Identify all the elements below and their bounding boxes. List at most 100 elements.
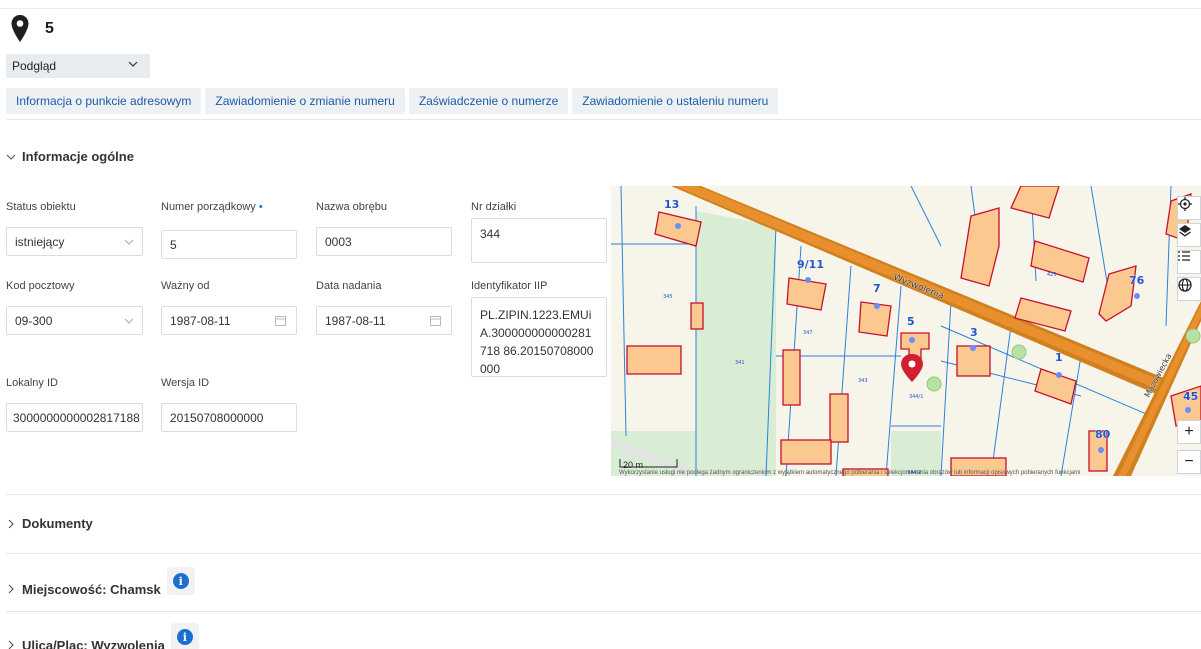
postal-select[interactable]: 09-300 <box>6 306 143 335</box>
plot-field: Nr działki 344 <box>471 201 607 263</box>
cadastral-map[interactable]: 13 9/11 7 5 3 1 76 45 80 347 343 344/1 3… <box>611 186 1201 476</box>
number-certificate-button[interactable]: Zaświadczenie o numerze <box>408 88 569 114</box>
status-label: Status obiektu <box>6 201 76 213</box>
zoom-in-button[interactable]: + <box>1177 420 1201 444</box>
view-mode-value: Podgląd <box>12 59 57 73</box>
valid-from-input[interactable]: 1987-08-11 <box>161 306 297 335</box>
required-mark: • <box>258 201 263 213</box>
postal-label: Kod pocztowy <box>6 280 75 292</box>
parcel-label: 344/1 <box>909 394 923 400</box>
iip-label: Identyfikator IIP <box>471 280 548 292</box>
plot-label: Nr działki <box>471 201 517 213</box>
section-general-title: Informacje ogólne <box>22 149 134 164</box>
chevron-right-icon <box>8 584 14 594</box>
divider <box>6 119 1201 120</box>
view-mode-select[interactable]: Podgląd <box>6 54 150 78</box>
assigned-date-field: Data nadania 1987-08-11 <box>316 280 452 335</box>
number-field: Numer porządkowy • 5 <box>161 201 297 259</box>
iip-input[interactable]: PL.ZIPIN.1223.EMUiA.300000000000281718 8… <box>471 297 607 377</box>
precinct-value: 0003 <box>325 234 352 249</box>
address-label: 45 <box>1183 390 1198 403</box>
assigned-date-label: Data nadania <box>316 280 382 292</box>
plot-input[interactable]: 344 <box>471 218 607 263</box>
precinct-input[interactable]: 0003 <box>316 227 452 256</box>
calendar-icon[interactable] <box>275 315 286 326</box>
section-street-title: Ulica/Plac: Wyzwolenia <box>22 637 165 649</box>
valid-from-value: 1987-08-11 <box>170 313 231 328</box>
section-street-header[interactable]: Ulica/Plac: Wyzwolenia i <box>6 623 199 649</box>
map-scale-label: 20 m <box>623 460 644 470</box>
status-value: istniejący <box>15 234 65 249</box>
globe-icon[interactable] <box>1177 277 1201 301</box>
chevron-down-icon <box>124 239 134 245</box>
local-id-value: 3000000000002817188 <box>13 410 140 425</box>
calendar-icon[interactable] <box>430 315 441 326</box>
parcel-label: 347 <box>803 330 813 336</box>
precinct-field: Nazwa obrębu 0003 <box>316 201 452 256</box>
precinct-label: Nazwa obrębu <box>316 201 387 213</box>
local-id-field: Lokalny ID 3000000000002817188 <box>6 377 143 432</box>
selected-location-marker[interactable] <box>901 354 923 382</box>
info-icon[interactable]: i <box>166 567 195 595</box>
iip-value: PL.ZIPIN.1223.EMUiA.300000000000281718 8… <box>480 308 594 376</box>
address-label: 76 <box>1129 274 1145 287</box>
version-id-field: Wersja ID 20150708000000 <box>161 377 297 432</box>
address-info-button[interactable]: Informacja o punkcie adresowym <box>6 88 202 114</box>
map-canvas[interactable]: 13 9/11 7 5 3 1 76 45 80 347 343 344/1 3… <box>611 186 1201 476</box>
page-header: 5 <box>10 14 54 44</box>
green-area <box>696 211 776 476</box>
parcel-label: 425 <box>1047 272 1057 278</box>
page-title: 5 <box>45 20 54 37</box>
status-select[interactable]: istniejący <box>6 227 143 256</box>
assigned-date-value: 1987-08-11 <box>325 313 386 328</box>
info-icon[interactable]: i <box>170 623 199 649</box>
divider <box>6 553 1201 554</box>
section-documents-header[interactable]: Dokumenty <box>6 516 93 531</box>
address-label: 5 <box>907 315 915 328</box>
number-value: 5 <box>170 237 177 252</box>
version-id-input[interactable]: 20150708000000 <box>161 403 297 432</box>
status-field: Status obiektu istniejący <box>6 201 143 256</box>
number-assignment-notice-button[interactable]: Zawiadomienie o ustaleniu numeru <box>572 88 779 114</box>
layers-icon[interactable] <box>1177 223 1201 247</box>
chevron-right-icon <box>8 640 14 649</box>
top-divider <box>0 8 1201 9</box>
address-label: 80 <box>1095 428 1111 441</box>
zoom-out-button[interactable]: − <box>1177 450 1201 474</box>
valid-from-label: Ważny od <box>161 280 210 292</box>
local-id-input[interactable]: 3000000000002817188 <box>6 403 143 432</box>
number-input[interactable]: 5 <box>161 230 297 259</box>
postal-value: 09-300 <box>15 313 53 328</box>
chevron-right-icon <box>8 519 14 528</box>
section-documents-title: Dokumenty <box>22 516 93 531</box>
chevron-down-icon <box>128 61 138 67</box>
address-label: 7 <box>873 282 881 295</box>
divider <box>6 611 1201 612</box>
section-general-header[interactable]: Informacje ogólne <box>6 149 134 164</box>
assigned-date-input[interactable]: 1987-08-11 <box>316 306 452 335</box>
valid-from-field: Ważny od 1987-08-11 <box>161 280 297 335</box>
map-attribution: Wykorzystanie usługi nie podlega żadnym … <box>619 470 1081 476</box>
locate-icon[interactable] <box>1177 196 1201 220</box>
legend-icon[interactable] <box>1177 250 1201 274</box>
section-locality-header[interactable]: Miejscowość: Chamsk i <box>6 567 195 603</box>
number-label: Numer porządkowy • <box>161 201 263 213</box>
address-label: 3 <box>970 326 978 339</box>
address-label: 13 <box>664 198 679 211</box>
local-id-label: Lokalny ID <box>6 377 58 389</box>
iip-field: Identyfikator IIP PL.ZIPIN.1223.EMUiA.30… <box>471 280 607 377</box>
document-actions: Informacja o punkcie adresowym Zawiadomi… <box>6 88 779 114</box>
plot-value: 344 <box>480 227 501 241</box>
version-id-label: Wersja ID <box>161 377 210 389</box>
parcel-label: 345 <box>663 294 673 300</box>
parcel-label: 343 <box>858 378 868 384</box>
version-id-value: 20150708000000 <box>170 410 264 425</box>
map-pin-icon <box>11 15 29 42</box>
number-change-notice-button[interactable]: Zawiadomienie o zmianie numeru <box>205 88 405 114</box>
divider <box>6 494 1201 495</box>
section-locality-title: Miejscowość: Chamsk <box>22 581 161 597</box>
parcel-label: 341 <box>735 360 745 366</box>
chevron-down-icon <box>124 318 134 324</box>
address-label: 9/11 <box>797 258 824 271</box>
postal-field: Kod pocztowy 09-300 <box>6 280 143 335</box>
